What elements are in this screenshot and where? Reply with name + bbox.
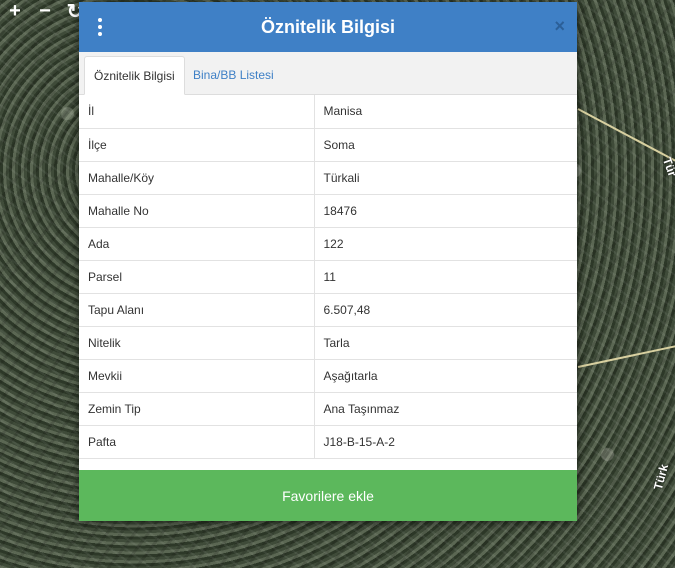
attribute-table: İl Manisa İlçe Soma Mahalle/Köy Türkali …	[79, 95, 577, 459]
table-row: Mahalle/Köy Türkali	[79, 161, 577, 195]
tab-bar: Öznitelik Bilgisi Bina/BB Listesi	[79, 52, 577, 95]
row-key: İl	[79, 95, 315, 129]
zoom-in-icon[interactable]: +	[0, 0, 30, 22]
map-controls: + − ↻	[0, 0, 90, 23]
row-value: 122	[314, 227, 577, 261]
tab-building-list[interactable]: Bina/BB Listesi	[184, 56, 283, 93]
row-key: Ada	[79, 227, 315, 261]
row-key: Tapu Alanı	[79, 293, 315, 327]
table-row: Ada 122	[79, 227, 577, 261]
table-row: Nitelik Tarla	[79, 326, 577, 360]
row-value: 18476	[314, 194, 577, 228]
attribute-dialog: Öznitelik Bilgisi × Öznitelik Bilgisi Bi…	[79, 2, 577, 521]
table-row: Mevkii Aşağıtarla	[79, 359, 577, 393]
row-value: Türkali	[314, 161, 577, 195]
menu-icon[interactable]	[97, 18, 103, 36]
row-value: 6.507,48	[314, 293, 577, 327]
dialog-title: Öznitelik Bilgisi	[260, 16, 396, 37]
row-key: Mahalle No	[79, 194, 315, 228]
row-key: İlçe	[79, 128, 315, 162]
table-row: Zemin Tip Ana Taşınmaz	[79, 392, 577, 426]
row-value: Aşağıtarla	[314, 359, 577, 393]
row-value: Tarla	[314, 326, 577, 360]
row-key: Mevkii	[79, 359, 315, 393]
tab-attribute-info[interactable]: Öznitelik Bilgisi	[84, 56, 185, 95]
row-value: J18-B-15-A-2	[314, 425, 577, 459]
close-icon[interactable]: ×	[554, 16, 565, 37]
row-key: Mahalle/Köy	[79, 161, 315, 195]
zoom-out-icon[interactable]: −	[30, 0, 60, 22]
table-row: İlçe Soma	[79, 128, 577, 162]
table-row: Pafta J18-B-15-A-2	[79, 425, 577, 459]
row-key: Nitelik	[79, 326, 315, 360]
row-key: Parsel	[79, 260, 315, 294]
table-row: Parsel 11	[79, 260, 577, 294]
add-to-favorites-button[interactable]: Favorilere ekle	[79, 470, 577, 521]
row-value: Soma	[314, 128, 577, 162]
row-key: Zemin Tip	[79, 392, 315, 426]
table-row: İl Manisa	[79, 95, 577, 129]
row-key: Pafta	[79, 425, 315, 459]
row-value: 11	[314, 260, 577, 294]
table-row: Tapu Alanı 6.507,48	[79, 293, 577, 327]
row-value: Manisa	[314, 95, 577, 129]
row-value: Ana Taşınmaz	[314, 392, 577, 426]
table-row: Mahalle No 18476	[79, 194, 577, 228]
dialog-header: Öznitelik Bilgisi ×	[79, 2, 577, 52]
